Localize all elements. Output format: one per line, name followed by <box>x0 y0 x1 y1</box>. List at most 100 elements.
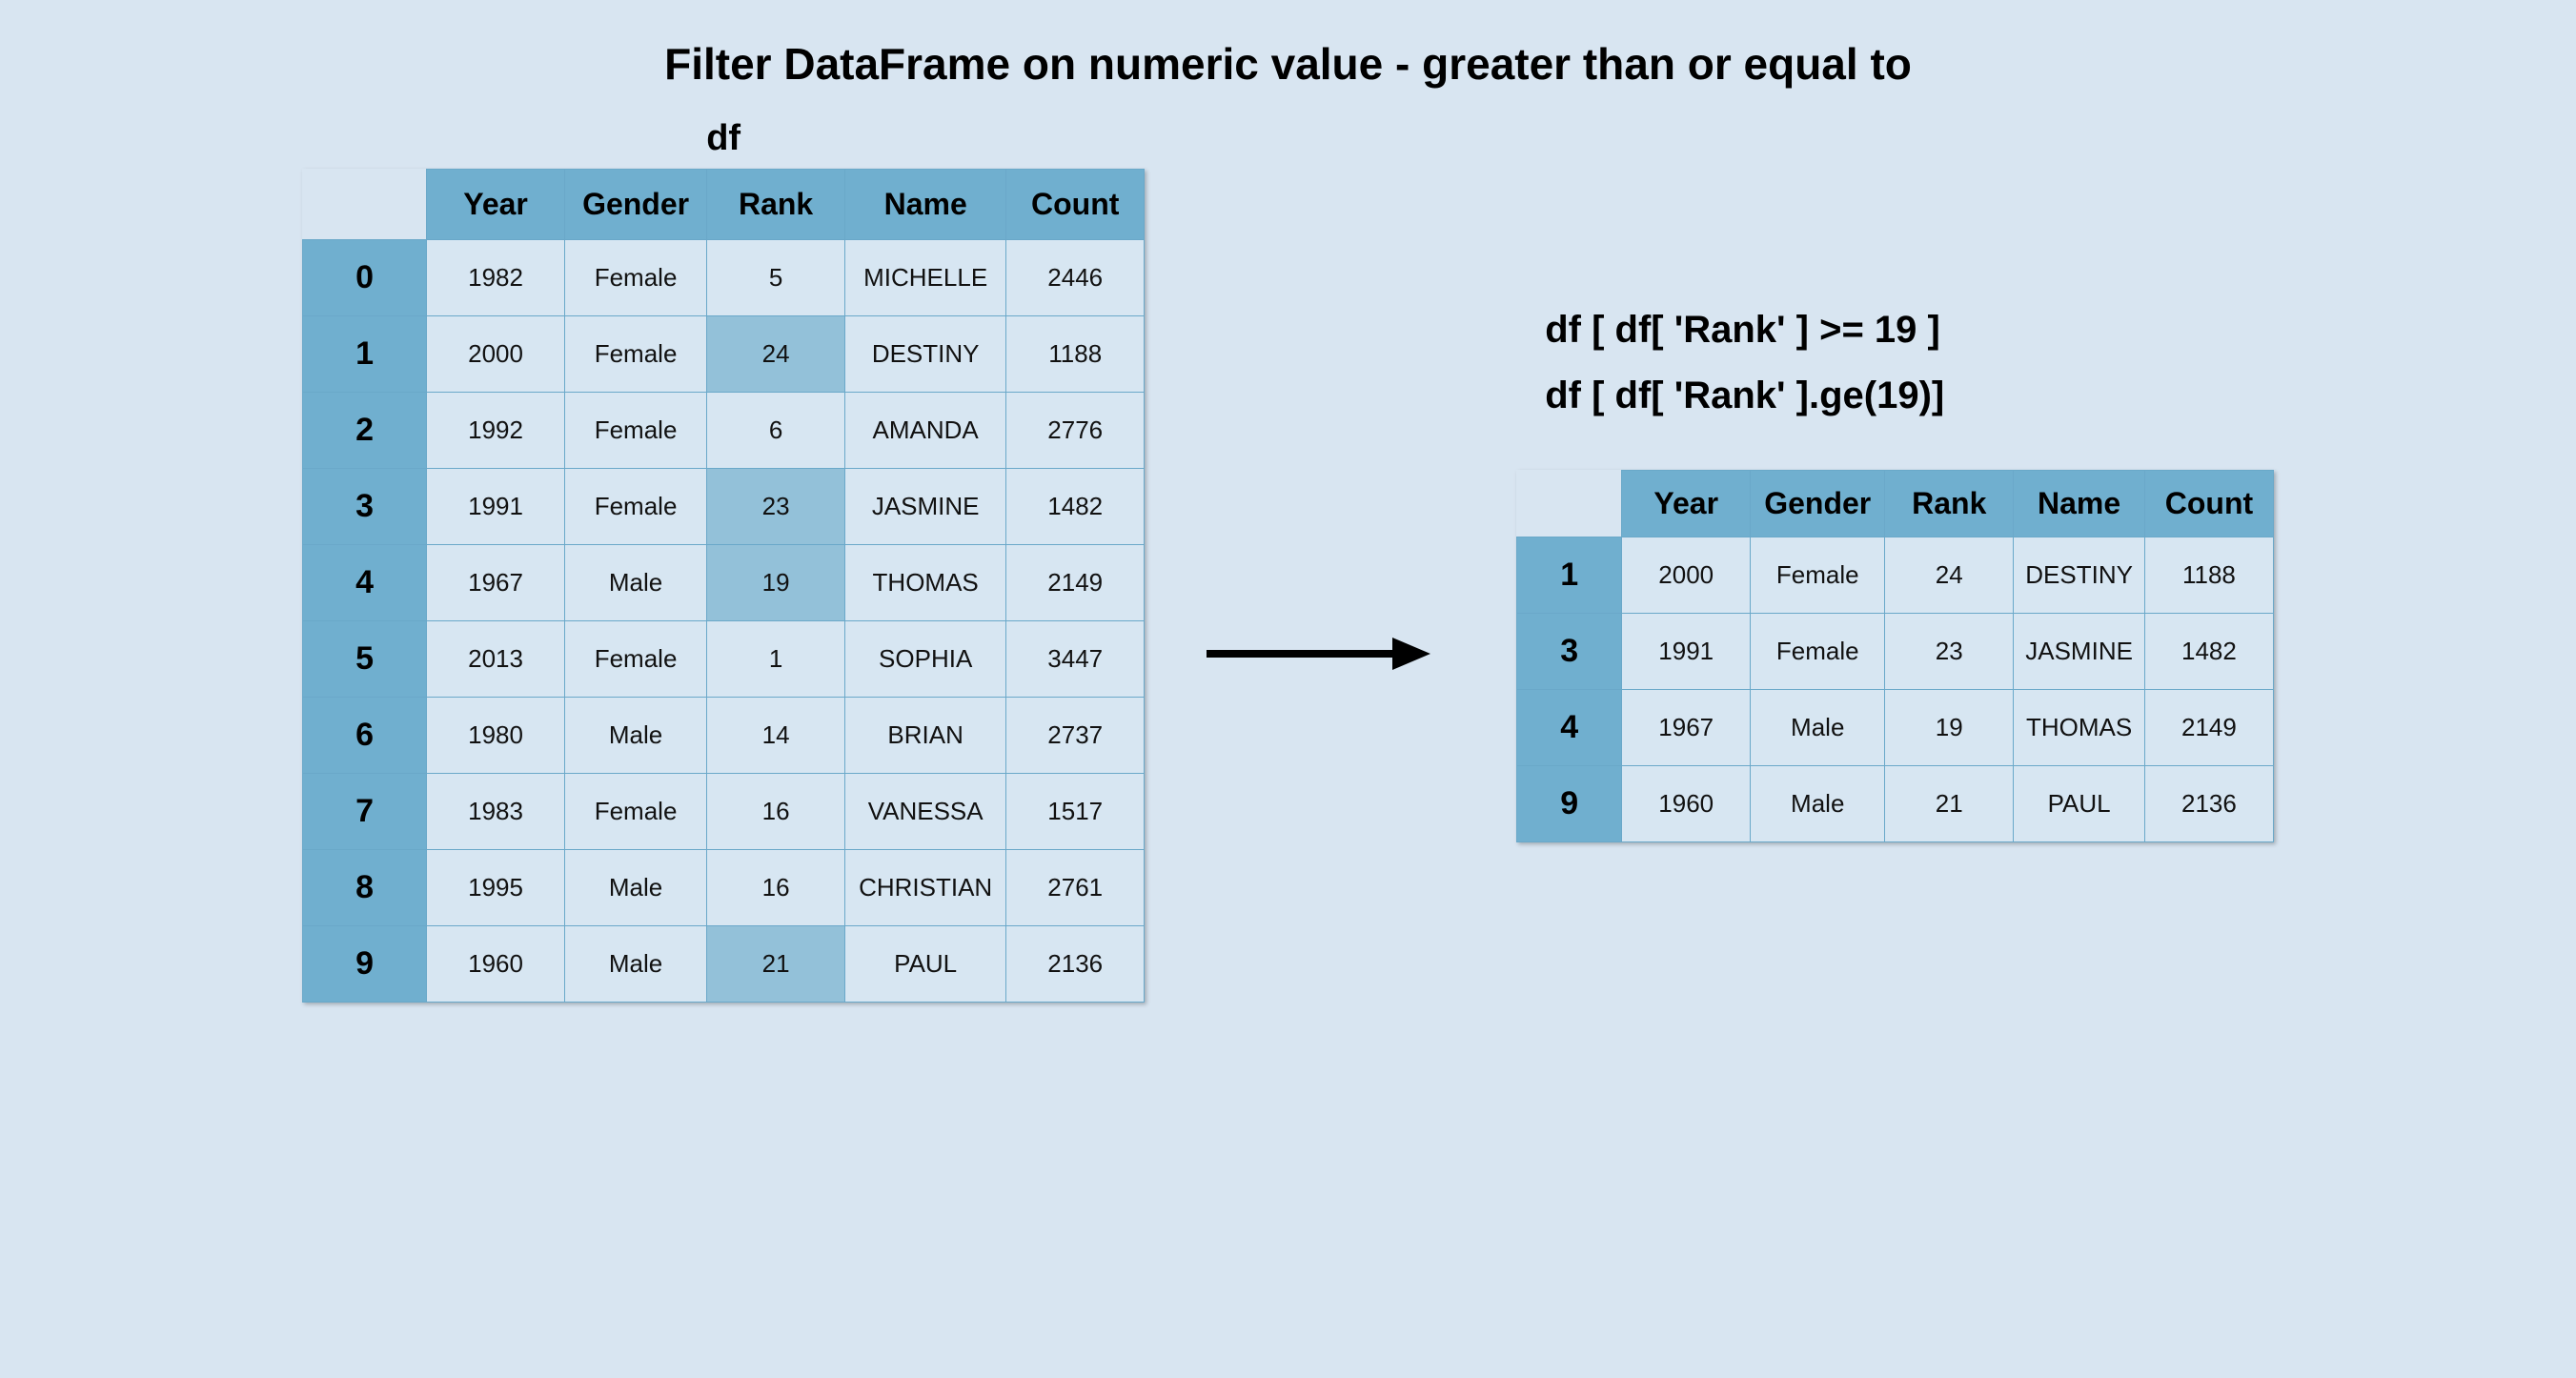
cell-count: 2776 <box>1006 393 1145 469</box>
cell-gender: Male <box>1751 766 1885 842</box>
table-row: 71983Female16VANESSA1517 <box>303 774 1145 850</box>
cell-gender: Female <box>565 316 707 393</box>
table-row: 21992Female6AMANDA2776 <box>303 393 1145 469</box>
cell-count: 3447 <box>1006 621 1145 698</box>
arrow-block <box>1202 630 1430 682</box>
cell-name: PAUL <box>2014 766 2145 842</box>
table-row: 12000Female24DESTINY1188 <box>1517 537 2274 614</box>
cell-count: 2737 <box>1006 698 1145 774</box>
cell-name: AMANDA <box>845 393 1006 469</box>
table-row: 31991Female23JASMINE1482 <box>1517 614 2274 690</box>
row-index: 6 <box>303 698 427 774</box>
result-block: df [ df[ 'Rank' ] >= 19 ] df [ df[ 'Rank… <box>1488 309 2274 842</box>
cell-rank: 19 <box>1885 690 2014 766</box>
cell-year: 1982 <box>427 240 565 316</box>
table-row: 12000Female24DESTINY1188 <box>303 316 1145 393</box>
cell-rank: 23 <box>707 469 845 545</box>
row-index: 2 <box>303 393 427 469</box>
cell-count: 1482 <box>1006 469 1145 545</box>
cell-count: 1188 <box>1006 316 1145 393</box>
cell-year: 1960 <box>427 926 565 1003</box>
cell-year: 2013 <box>427 621 565 698</box>
row-index: 5 <box>303 621 427 698</box>
col-header-count: Count <box>2144 471 2273 537</box>
cell-count: 1482 <box>2144 614 2273 690</box>
cell-count: 2149 <box>1006 545 1145 621</box>
cell-count: 1517 <box>1006 774 1145 850</box>
cell-count: 2446 <box>1006 240 1145 316</box>
source-dataframe-label: df <box>302 118 1145 159</box>
table-row: 91960Male21PAUL2136 <box>1517 766 2274 842</box>
cell-year: 1960 <box>1622 766 1751 842</box>
cell-rank: 1 <box>707 621 845 698</box>
cell-year: 1967 <box>427 545 565 621</box>
cell-count: 2149 <box>2144 690 2273 766</box>
cell-gender: Male <box>1751 690 1885 766</box>
cell-rank: 21 <box>707 926 845 1003</box>
cell-gender: Female <box>565 393 707 469</box>
cell-year: 1983 <box>427 774 565 850</box>
row-index: 4 <box>1517 690 1622 766</box>
source-dataframe-block: df Year Gender Rank Name Count 01982Fema… <box>302 118 1145 1003</box>
cell-rank: 16 <box>707 774 845 850</box>
source-dataframe-table: Year Gender Rank Name Count 01982Female5… <box>302 169 1145 1003</box>
cell-name: VANESSA <box>845 774 1006 850</box>
table-corner <box>303 170 427 240</box>
row-index: 9 <box>303 926 427 1003</box>
cell-rank: 24 <box>707 316 845 393</box>
cell-rank: 19 <box>707 545 845 621</box>
code-expression-ge: df [ df[ 'Rank' ].ge(19)] <box>1545 375 2274 417</box>
cell-year: 1991 <box>1622 614 1751 690</box>
cell-name: THOMAS <box>2014 690 2145 766</box>
cell-rank: 16 <box>707 850 845 926</box>
cell-rank: 24 <box>1885 537 2014 614</box>
table-row: 31991Female23JASMINE1482 <box>303 469 1145 545</box>
cell-rank: 14 <box>707 698 845 774</box>
table-row: 01982Female5MICHELLE2446 <box>303 240 1145 316</box>
cell-year: 1991 <box>427 469 565 545</box>
row-index: 3 <box>1517 614 1622 690</box>
cell-name: DESTINY <box>2014 537 2145 614</box>
col-header-name: Name <box>2014 471 2145 537</box>
cell-year: 1967 <box>1622 690 1751 766</box>
cell-year: 1992 <box>427 393 565 469</box>
cell-count: 2761 <box>1006 850 1145 926</box>
cell-name: THOMAS <box>845 545 1006 621</box>
row-index: 8 <box>303 850 427 926</box>
cell-count: 2136 <box>1006 926 1145 1003</box>
col-header-rank: Rank <box>1885 471 2014 537</box>
table-row: 81995Male16CHRISTIAN2761 <box>303 850 1145 926</box>
cell-gender: Female <box>1751 537 1885 614</box>
table-row: 61980Male14BRIAN2737 <box>303 698 1145 774</box>
row-index: 0 <box>303 240 427 316</box>
cell-count: 2136 <box>2144 766 2273 842</box>
cell-gender: Female <box>565 621 707 698</box>
cell-name: DESTINY <box>845 316 1006 393</box>
cell-name: PAUL <box>845 926 1006 1003</box>
cell-name: MICHELLE <box>845 240 1006 316</box>
cell-rank: 21 <box>1885 766 2014 842</box>
cell-rank: 6 <box>707 393 845 469</box>
row-index: 3 <box>303 469 427 545</box>
table-row: 41967Male19THOMAS2149 <box>1517 690 2274 766</box>
cell-rank: 5 <box>707 240 845 316</box>
col-header-gender: Gender <box>565 170 707 240</box>
code-expression-bracket: df [ df[ 'Rank' ] >= 19 ] <box>1545 309 2274 352</box>
page-title: Filter DataFrame on numeric value - grea… <box>19 38 2557 90</box>
cell-gender: Male <box>565 926 707 1003</box>
cell-count: 1188 <box>2144 537 2273 614</box>
cell-name: BRIAN <box>845 698 1006 774</box>
col-header-rank: Rank <box>707 170 845 240</box>
col-header-count: Count <box>1006 170 1145 240</box>
cell-year: 2000 <box>1622 537 1751 614</box>
cell-name: SOPHIA <box>845 621 1006 698</box>
result-dataframe-table: Year Gender Rank Name Count 12000Female2… <box>1516 470 2274 842</box>
row-index: 1 <box>303 316 427 393</box>
col-header-name: Name <box>845 170 1006 240</box>
cell-rank: 23 <box>1885 614 2014 690</box>
arrow-right-icon <box>1202 630 1430 678</box>
cell-gender: Female <box>565 469 707 545</box>
cell-year: 1995 <box>427 850 565 926</box>
table-row: 52013Female1SOPHIA3447 <box>303 621 1145 698</box>
cell-gender: Male <box>565 698 707 774</box>
